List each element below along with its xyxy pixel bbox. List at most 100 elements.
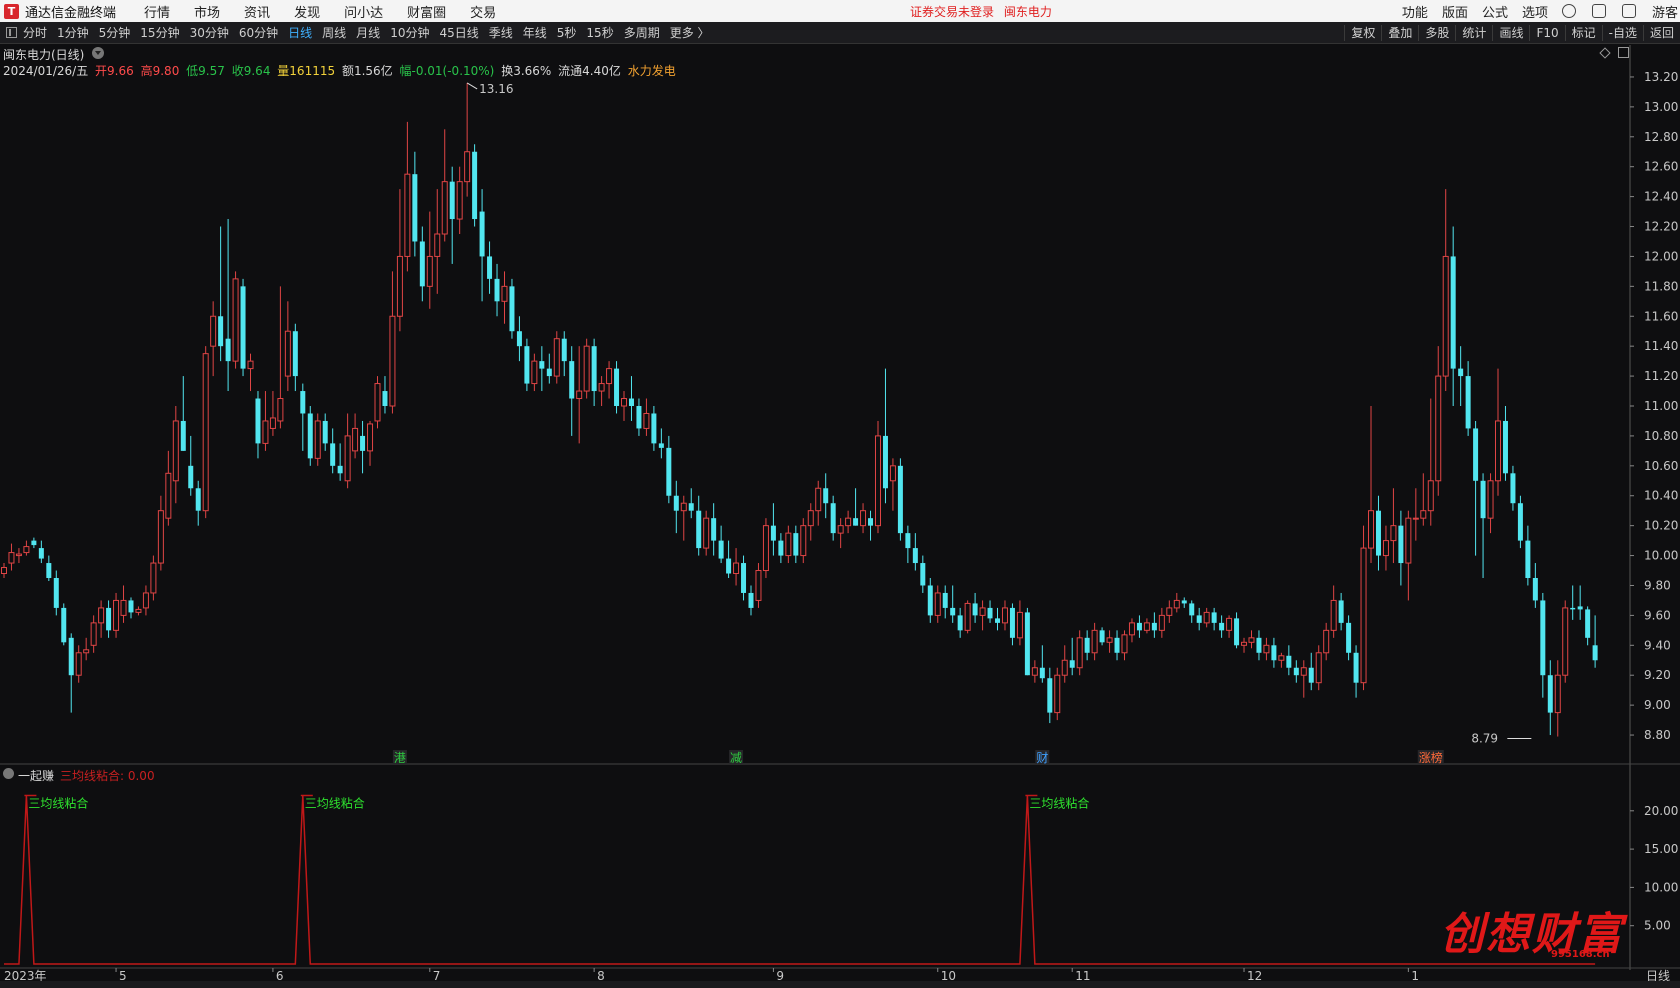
candle-body [1001, 607, 1008, 624]
candle [920, 555, 926, 593]
candle [150, 555, 157, 601]
candle-body [561, 338, 567, 362]
candle-body [337, 465, 343, 474]
candle [800, 518, 807, 564]
candle [1510, 465, 1516, 511]
kline-chart[interactable]: 8.80 9.00 9.20 9.40 9.60 9.80 10.00 10.20 10.40 1… [0, 0, 1680, 988]
candle [1054, 667, 1061, 721]
candle [1592, 615, 1598, 668]
candle [330, 428, 336, 474]
candle [1390, 488, 1397, 564]
indicator-tick-label: 20.00 [1644, 804, 1678, 818]
price-tick-label: 9.40 [1644, 638, 1671, 652]
candle [905, 525, 911, 564]
candle [1286, 645, 1292, 676]
candle [785, 525, 792, 564]
candle-body [845, 517, 852, 527]
event-marker-label: 港 [394, 751, 406, 765]
price-tick-label: 10.20 [1644, 519, 1678, 533]
candle [165, 450, 172, 526]
candle-body [195, 488, 201, 511]
candle [419, 226, 425, 302]
price-tick-label: 13.00 [1644, 100, 1678, 114]
annotation-leader [466, 82, 478, 90]
price-tick-label: 11.80 [1644, 279, 1678, 293]
candle [703, 510, 710, 556]
candle-body [1495, 420, 1501, 482]
candle-body [1128, 622, 1135, 636]
candle [897, 458, 903, 541]
candle-body [120, 599, 127, 616]
chevron-down-icon[interactable] [3, 768, 14, 779]
candle [247, 353, 254, 392]
watermark-url: 995168.cn [1551, 949, 1610, 960]
candle [778, 533, 784, 564]
candle [658, 428, 664, 459]
candle [1099, 627, 1105, 646]
candle-body [1, 567, 7, 575]
candle [1458, 346, 1464, 406]
candle [696, 495, 702, 556]
candle [1540, 592, 1546, 698]
price-tick-label: 12.20 [1644, 220, 1678, 234]
candle [1278, 652, 1285, 668]
candle-body [1562, 607, 1569, 676]
candle [927, 578, 933, 623]
candle-body [1353, 652, 1359, 683]
candle-body [934, 592, 941, 616]
price-tick-label: 10.00 [1644, 549, 1678, 563]
candle-body [1271, 645, 1277, 661]
candle-body [1203, 611, 1210, 624]
candle [741, 555, 747, 601]
candle [1398, 510, 1404, 586]
candle-body [509, 286, 515, 332]
candle-body [23, 546, 30, 554]
candle [583, 338, 590, 399]
price-tick-label: 8.80 [1644, 728, 1671, 742]
candle-body [606, 368, 613, 385]
candle [494, 263, 500, 317]
candle-body [860, 510, 867, 527]
candle-body [441, 181, 448, 235]
candle-body [464, 151, 471, 183]
candle-body [874, 435, 881, 527]
candle-body [785, 532, 792, 557]
candle-body [1435, 375, 1442, 482]
candle [1427, 398, 1434, 526]
candle [830, 495, 836, 541]
candle-body [1547, 675, 1553, 713]
candle [15, 548, 22, 564]
candle [113, 592, 120, 638]
candle [762, 518, 769, 578]
candle-body [1084, 637, 1090, 653]
candle-body [172, 420, 179, 482]
candle-body [1256, 637, 1262, 653]
candle-body [793, 533, 799, 556]
indicator-name[interactable]: 一起赚 [18, 767, 54, 784]
candle [868, 510, 874, 541]
candle [957, 607, 963, 638]
price-tick-label: 9.00 [1644, 698, 1671, 712]
candle-body [1061, 659, 1068, 676]
candle [1166, 600, 1173, 623]
candle [1226, 615, 1233, 638]
candle [1368, 406, 1375, 564]
candle-body [1308, 667, 1314, 683]
candle-body [1525, 540, 1531, 578]
candle [307, 406, 313, 466]
candle [1473, 420, 1479, 556]
candle [509, 278, 515, 339]
candle [337, 443, 343, 481]
candle-body [494, 278, 500, 302]
indicator-tick-label: 5.00 [1644, 919, 1671, 933]
candle-body [83, 649, 90, 654]
candle-body [412, 174, 418, 242]
candle-body [748, 592, 754, 608]
candle [218, 226, 224, 362]
candle-body [1323, 629, 1330, 654]
candle [531, 353, 538, 392]
annotation-high-label: 13.16 [479, 82, 513, 96]
candle-body [1338, 600, 1344, 623]
candle [1405, 510, 1412, 601]
candle [1562, 600, 1569, 683]
